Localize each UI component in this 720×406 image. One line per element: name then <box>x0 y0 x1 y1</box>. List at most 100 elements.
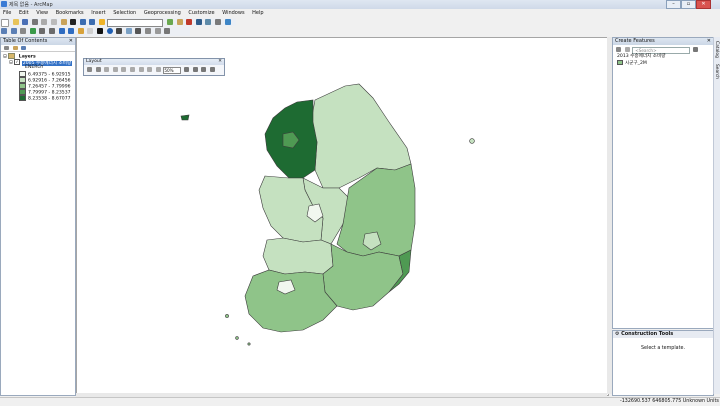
cut-icon[interactable] <box>41 19 48 25</box>
menu-edit[interactable]: Edit <box>16 9 32 16</box>
maximize-button[interactable]: ▫ <box>681 0 696 9</box>
layout-zoom-percent[interactable]: 50% <box>163 67 182 74</box>
menu-geoprocessing[interactable]: Geoprocessing <box>141 9 184 16</box>
save-icon[interactable] <box>22 19 29 25</box>
full-extent-icon[interactable] <box>29 28 36 34</box>
table-of-contents-panel: Table Of Contents ✕ ⊟ Layers ⊟ ✓ 2005 수송… <box>0 37 76 396</box>
app-icon <box>1 1 7 7</box>
collapse-icon[interactable]: ⊟ <box>3 55 7 60</box>
zoom-in-icon[interactable] <box>1 28 7 34</box>
select-features-icon[interactable] <box>77 28 84 34</box>
hyperlink-icon[interactable] <box>116 28 123 34</box>
catalog-icon[interactable] <box>176 19 183 25</box>
menu-bookmarks[interactable]: Bookmarks <box>53 9 87 16</box>
window-title: 제목 없음 - ArcMap <box>9 2 53 8</box>
next-extent-page-icon[interactable] <box>155 67 161 72</box>
select-elements-icon[interactable] <box>96 28 103 34</box>
fixed-zoom-out-page-icon[interactable] <box>138 67 144 72</box>
measure-icon[interactable] <box>125 28 132 34</box>
construction-tools-icon: ⚙ <box>615 331 620 337</box>
time-slider-icon[interactable] <box>164 28 171 34</box>
open-icon[interactable] <box>12 19 19 25</box>
region-jeonbuk <box>262 237 334 275</box>
editor-toolbar-icons <box>166 18 232 26</box>
legend-class-label: 8.23538 - 8.67077 <box>28 96 71 102</box>
go-to-xy-icon[interactable] <box>154 28 161 34</box>
change-layout-icon[interactable] <box>201 67 207 72</box>
legend-class-5: 8.23538 - 8.67077 <box>3 95 75 102</box>
search-icon[interactable] <box>692 47 698 52</box>
layer-visibility-checkbox[interactable]: ✓ <box>14 59 21 65</box>
standard-toolbar <box>0 18 236 27</box>
forward-extent-icon[interactable] <box>68 28 75 34</box>
collapse-icon[interactable]: ⊟ <box>9 61 13 66</box>
list-by-source-icon[interactable] <box>12 46 18 50</box>
legend-swatch <box>19 95 26 101</box>
menu-customize[interactable]: Customize <box>185 9 217 16</box>
add-data-icon[interactable] <box>98 19 105 25</box>
zoom-out-icon[interactable] <box>10 28 17 34</box>
fixed-zoom-out-icon[interactable] <box>48 28 55 34</box>
construction-tools-panel: ⚙ Construction Tools Select a template. <box>612 330 714 396</box>
menu-file[interactable]: File <box>0 9 14 16</box>
toc-header: Table Of Contents ✕ <box>1 38 75 45</box>
menu-windows[interactable]: Windows <box>219 9 247 16</box>
template-item-label: 시군구_2M <box>625 61 647 66</box>
find-route-icon[interactable] <box>144 28 151 34</box>
focus-data-frame-icon[interactable] <box>192 67 198 72</box>
template-item[interactable]: 시군구_2M <box>613 60 713 66</box>
island-southwest <box>225 314 229 318</box>
layout-zoom-out-icon[interactable] <box>95 67 101 72</box>
back-extent-icon[interactable] <box>58 28 65 34</box>
list-by-drawing-order-icon[interactable] <box>4 46 9 50</box>
pan-icon[interactable] <box>20 28 27 34</box>
redo-icon[interactable] <box>89 19 96 25</box>
catalog-side-tab[interactable]: Catalog <box>714 41 719 58</box>
fixed-zoom-in-icon[interactable] <box>39 28 46 34</box>
toc-close-icon[interactable]: ✕ <box>69 38 73 45</box>
scale-dropdown[interactable] <box>107 19 163 27</box>
undo-icon[interactable] <box>79 19 86 25</box>
construction-tools-hint: Select a template. <box>641 346 685 351</box>
layout-zoom-in-icon[interactable] <box>87 67 92 72</box>
print-icon[interactable] <box>31 19 38 25</box>
menu-selection[interactable]: Selection <box>110 9 139 16</box>
map-display[interactable]: Layout ✕ 50% <box>76 37 609 396</box>
layout-toolbar[interactable]: Layout ✕ 50% <box>83 58 225 76</box>
previous-extent-page-icon[interactable] <box>147 67 153 72</box>
template-search-input[interactable]: <Search> <box>632 47 691 54</box>
layout-toolbar-close-icon[interactable]: ✕ <box>218 59 222 65</box>
toolbox-icon[interactable] <box>186 19 193 25</box>
paste-icon[interactable] <box>60 19 67 25</box>
menu-help[interactable]: Help <box>249 9 266 16</box>
identify-icon[interactable] <box>106 28 113 34</box>
modelbuilder-icon[interactable] <box>205 19 212 25</box>
delete-icon[interactable] <box>70 19 77 25</box>
island-baengnyeong <box>180 114 190 121</box>
editor-icon[interactable] <box>167 19 173 25</box>
layout-pan-icon[interactable] <box>104 67 110 72</box>
data-driven-pages-icon[interactable] <box>209 67 215 72</box>
find-icon[interactable] <box>135 28 142 34</box>
clear-selection-icon[interactable] <box>87 28 94 34</box>
copy-icon[interactable] <box>50 19 57 25</box>
python-icon[interactable] <box>195 19 202 25</box>
zoom-100-icon[interactable] <box>121 67 127 72</box>
fixed-zoom-in-page-icon[interactable] <box>129 67 135 72</box>
filter-icon[interactable] <box>624 47 630 52</box>
help-icon[interactable] <box>224 19 231 25</box>
menu-view[interactable]: View <box>33 9 51 16</box>
new-icon[interactable] <box>1 19 9 27</box>
menu-bar: File Edit View Bookmarks Insert Selectio… <box>0 9 720 18</box>
list-by-visibility-icon[interactable] <box>21 46 27 50</box>
menu-insert[interactable]: Insert <box>88 9 108 16</box>
toc-title: Table Of Contents <box>3 38 48 44</box>
zoom-whole-page-icon[interactable] <box>112 67 118 72</box>
minimize-button[interactable]: – <box>666 0 681 9</box>
search-window-icon[interactable] <box>214 19 221 25</box>
close-button[interactable]: ✕ <box>696 0 711 9</box>
organize-templates-icon[interactable] <box>616 47 621 52</box>
toggle-draft-mode-icon[interactable] <box>183 67 189 72</box>
search-side-tab[interactable]: Search <box>714 64 719 79</box>
create-features-close-icon[interactable]: ✕ <box>707 38 711 45</box>
